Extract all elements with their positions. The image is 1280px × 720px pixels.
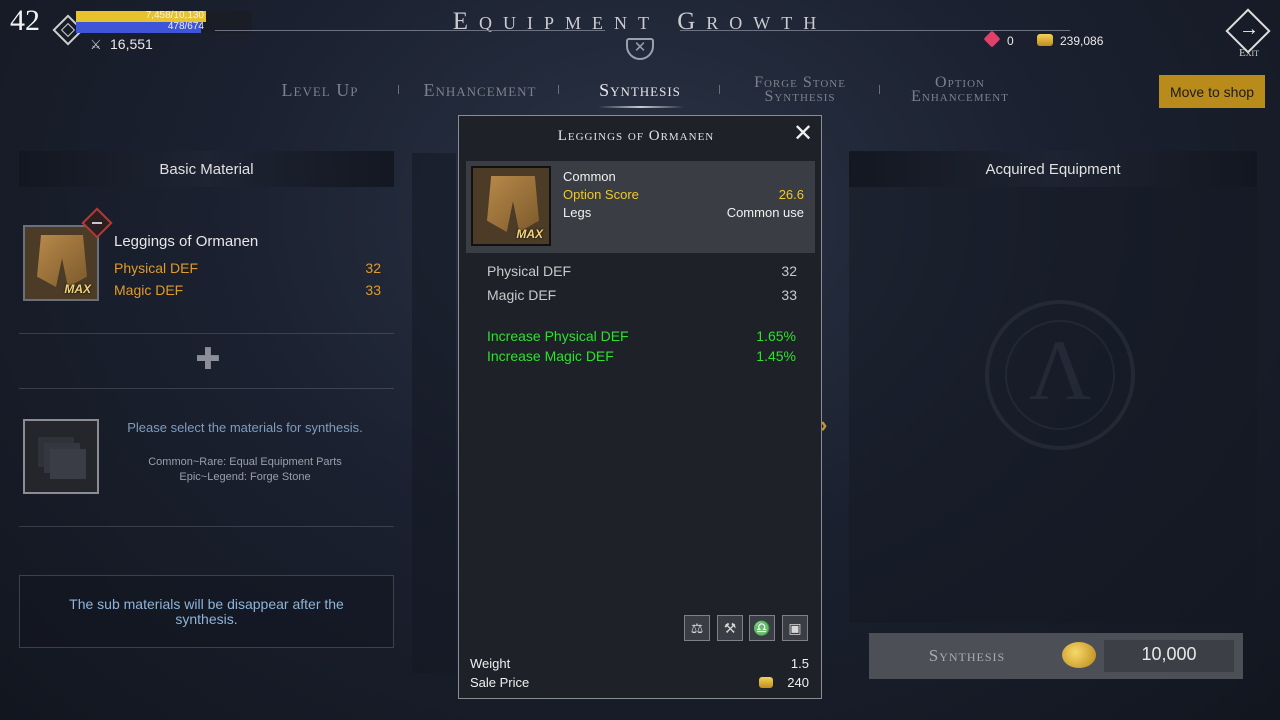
tab-option-enhancement[interactable]: Option Enhancement (895, 75, 1025, 105)
base-stat-label: Magic DEF (487, 287, 557, 303)
bonus-stat-label: Increase Physical DEF (487, 328, 629, 344)
divider (19, 526, 394, 527)
weight-value: 1.5 (790, 656, 809, 671)
chest-icon[interactable]: ▣ (782, 615, 808, 641)
hammer-icon[interactable]: ⚒ (717, 615, 743, 641)
material-hint: Please select the materials for synthesi… (127, 420, 363, 435)
base-stat-value: 32 (781, 263, 797, 279)
tab-separator (879, 85, 880, 94)
stat-value: 32 (365, 260, 381, 276)
active-tab-indicator (598, 106, 684, 108)
material-stack-icon (50, 449, 86, 479)
rarity-label: Common (563, 169, 616, 184)
divider (19, 333, 394, 334)
tab-forge-stone-line2: Synthesis (764, 88, 836, 105)
grade-badge-dash (92, 222, 102, 224)
tab-synthesis[interactable]: Synthesis (590, 80, 690, 101)
arrow-right-icon: → (1239, 18, 1259, 40)
title-divider-left (215, 30, 605, 31)
tab-forge-stone-synthesis[interactable]: Forge Stone Synthesis (735, 75, 865, 105)
option-score-label: Option Score (563, 187, 639, 202)
popup-item-slot: MAX (471, 166, 551, 246)
stat-value: 33 (365, 282, 381, 298)
bonus-stat-value: 1.45% (756, 348, 796, 364)
crossed-swords-icon: ✕ (633, 39, 647, 56)
bonus-stat-label: Increase Magic DEF (487, 348, 614, 364)
popup-title: Leggings of Ormanen (557, 128, 715, 144)
material-rule: Epic~Legend: Forge Stone (179, 471, 311, 483)
material-rule: Common~Rare: Equal Equipment Parts (148, 456, 342, 468)
max-badge: MAX (64, 282, 91, 296)
scale-icon[interactable]: ⚖ (684, 615, 710, 641)
exit-label: Exit (1238, 47, 1260, 59)
chevron-right-icon: › (820, 412, 828, 437)
gold-icon (1037, 34, 1053, 46)
basic-material-slot[interactable]: MAX (23, 225, 99, 301)
tab-enhancement[interactable]: Enhancement (415, 80, 545, 101)
base-stat-label: Physical DEF (487, 263, 572, 279)
stat-label: Physical DEF (114, 260, 199, 276)
leggings-icon (37, 235, 87, 287)
sale-price-label: Sale Price (470, 675, 530, 690)
sword-icon: ⚔ (90, 37, 102, 52)
emblem-watermark-letter: Λ (1028, 322, 1092, 418)
tab-separator (719, 85, 720, 94)
max-badge: MAX (516, 227, 543, 241)
base-stat-value: 33 (781, 287, 797, 303)
title-divider-right (680, 30, 1070, 31)
item-name: Leggings of Ormanen (114, 233, 259, 250)
page-title: Equipment Growth (452, 8, 828, 35)
usage-label: Common use (726, 205, 804, 220)
sale-price-value: 240 (787, 675, 809, 690)
gold-count: 239,086 (1060, 34, 1104, 48)
plus-icon: ✚ (195, 343, 221, 376)
weight-label: Weight (470, 656, 511, 671)
close-icon[interactable]: ✕ (790, 121, 816, 147)
sub-material-notice: The sub materials will be disappear afte… (19, 575, 394, 648)
center-column (412, 153, 456, 673)
tab-separator (558, 85, 559, 94)
gold-icon (759, 677, 773, 688)
acquired-equipment-header: Acquired Equipment (849, 151, 1257, 187)
bonus-stat-value: 1.65% (756, 328, 796, 344)
option-score-value: 26.6 (778, 187, 804, 202)
tab-level-up[interactable]: Level Up (270, 80, 370, 101)
gold-coins-icon (1062, 642, 1096, 668)
basic-material-header: Basic Material (19, 151, 394, 187)
move-to-shop-button[interactable]: Move to shop (1159, 75, 1265, 108)
leggings-icon (487, 176, 539, 232)
slot-label: Legs (563, 205, 592, 220)
combat-power: 16,551 (110, 36, 153, 52)
synthesis-cost: 10,000 (1141, 644, 1197, 664)
balance-icon[interactable]: ♎ (749, 615, 775, 641)
synthesis-button[interactable]: Synthesis (869, 633, 1065, 679)
tab-separator (398, 85, 399, 94)
gem-count: 0 (1007, 34, 1014, 48)
tab-option-line2: Enhancement (911, 88, 1009, 105)
stat-label: Magic DEF (114, 282, 184, 298)
divider (19, 388, 394, 389)
